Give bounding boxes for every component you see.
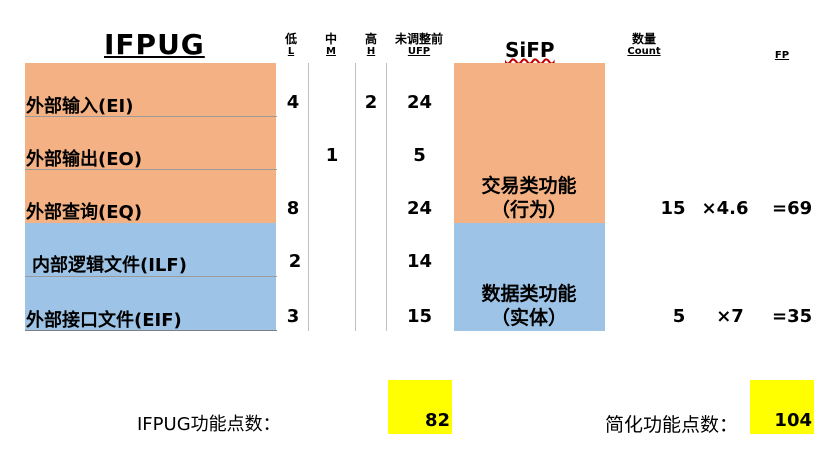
row-ilf-low: 2 xyxy=(288,251,302,272)
sifp-transaction-count: 15 xyxy=(660,198,686,219)
sifp-data-line1: 数据类功能 xyxy=(481,283,577,305)
row-label-ei: 外部输入(EI) xyxy=(26,96,134,117)
ifpug-total-label: IFPUG功能点数： xyxy=(137,414,281,435)
row-ei-low: 4 xyxy=(286,92,300,113)
count-header-sub: Count xyxy=(627,46,661,57)
row-label-ilf: 内部逻辑文件(ILF) xyxy=(32,255,187,276)
row-label-eo: 外部输出(EO) xyxy=(26,149,143,170)
low-header-sub: L xyxy=(287,46,295,57)
row-eif-low: 3 xyxy=(286,306,300,327)
sifp-total-label: 简化功能点数： xyxy=(605,414,739,436)
high-header-label: 高 xyxy=(364,32,377,46)
low-header: 低 L xyxy=(278,32,304,58)
low-header-label: 低 xyxy=(284,32,297,46)
sifp-title: SiFP xyxy=(505,38,555,62)
sifp-data-line2: （实体） xyxy=(490,307,567,329)
row-ei-high: 2 xyxy=(364,92,378,113)
ufp-header-label: 未调整前 xyxy=(394,32,443,46)
sifp-data-count: 5 xyxy=(672,306,686,327)
sifp-data-factor: ×7 xyxy=(716,306,744,327)
row-label-eif: 外部接口文件(EIF) xyxy=(26,310,182,331)
row-eq-low: 8 xyxy=(286,198,300,219)
mid-header: 中 M xyxy=(318,32,344,58)
mid-header-label: 中 xyxy=(324,32,337,46)
sifp-transaction-line2: （行为） xyxy=(490,199,567,221)
fp-header: FP xyxy=(774,50,790,61)
sifp-data-fp: =35 xyxy=(772,306,813,327)
sifp-total-value: 104 xyxy=(774,410,812,431)
sifp-transaction-label: 交易类功能 （行为） xyxy=(454,174,604,222)
ufp-header: 未调整前 UFP xyxy=(386,32,452,58)
row-eo-ufp: 5 xyxy=(413,145,426,166)
row-ei-ufp: 24 xyxy=(406,92,433,113)
sifp-transaction-fp: =69 xyxy=(772,198,813,219)
high-header: 高 H xyxy=(358,32,384,58)
ufp-header-sub: UFP xyxy=(407,46,431,57)
count-header-label: 数量 xyxy=(631,32,656,46)
row-label-eq: 外部查询(EQ) xyxy=(26,202,143,223)
count-header: 数量 Count xyxy=(612,32,676,58)
high-header-sub: H xyxy=(366,46,376,57)
sifp-data-label: 数据类功能 （实体） xyxy=(454,282,604,330)
col-divider xyxy=(308,63,309,331)
ifpug-title: IFPUG xyxy=(104,28,205,61)
row-eo-mid: 1 xyxy=(325,145,339,166)
row-eif-ufp: 15 xyxy=(406,306,433,327)
mid-header-sub: M xyxy=(326,46,336,57)
ifpug-total-value: 82 xyxy=(424,410,450,431)
row-ilf-ufp: 14 xyxy=(406,251,433,272)
row-eq-ufp: 24 xyxy=(406,198,433,219)
sifp-transaction-line1: 交易类功能 xyxy=(481,175,577,197)
sifp-transaction-factor: ×4.6 xyxy=(701,198,749,219)
